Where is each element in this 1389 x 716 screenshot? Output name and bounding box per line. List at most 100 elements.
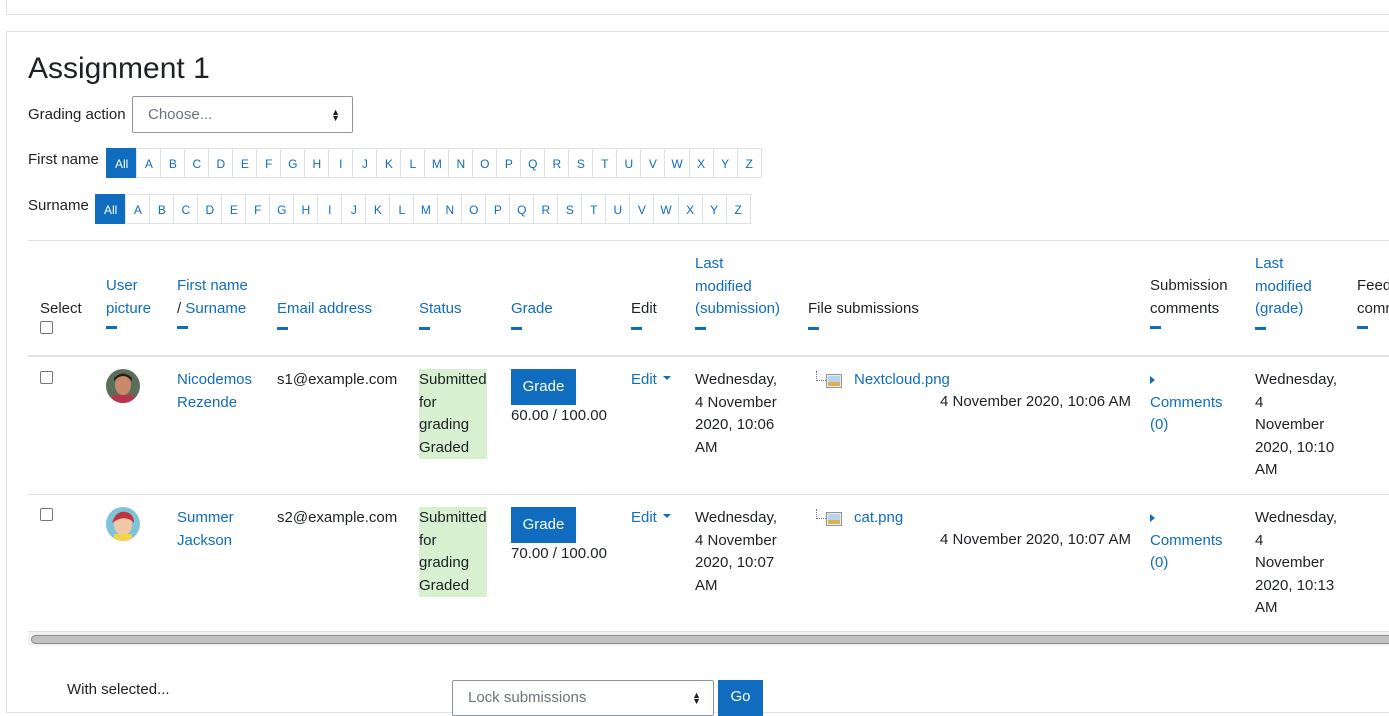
file-link[interactable]: Nextcloud.png — [854, 371, 950, 388]
edit-menu[interactable]: Edit — [631, 369, 671, 392]
scrollbar-thumb[interactable] — [31, 635, 1389, 644]
edit-menu[interactable]: Edit — [631, 507, 671, 530]
collapse-column-icon[interactable] — [631, 326, 642, 330]
collapse-column-icon[interactable] — [177, 326, 188, 329]
collapse-column-icon[interactable] — [695, 326, 706, 330]
initial-letter[interactable]: H — [304, 148, 330, 178]
comments-count[interactable]: (0) — [1150, 554, 1168, 571]
initial-letter[interactable]: K — [376, 148, 402, 178]
initial-letter[interactable]: T — [581, 194, 607, 224]
grade-sort-link[interactable]: Grade — [511, 300, 553, 317]
comments-toggle[interactable]: Comments (0) — [1150, 369, 1223, 437]
row-select-checkbox[interactable] — [40, 508, 53, 521]
avatar[interactable] — [106, 369, 140, 403]
initial-letter[interactable]: Y — [701, 194, 727, 224]
collapse-column-icon[interactable] — [277, 326, 288, 330]
initial-letter[interactable]: O — [461, 194, 487, 224]
collapse-column-icon[interactable] — [511, 326, 522, 330]
initial-all[interactable]: All — [95, 194, 127, 224]
go-button[interactable]: Go — [718, 680, 763, 716]
initial-letter[interactable]: B — [149, 194, 175, 224]
grading-action-select[interactable]: Choose... ▲ ▼ — [132, 96, 353, 133]
initial-letter[interactable]: G — [280, 148, 306, 178]
initial-letter[interactable]: N — [448, 148, 474, 178]
initial-letter[interactable]: X — [688, 148, 714, 178]
initial-letter[interactable]: P — [485, 194, 511, 224]
initial-letter[interactable]: Y — [712, 148, 738, 178]
grade-button[interactable]: Grade — [511, 507, 576, 543]
initial-letter[interactable]: B — [160, 148, 186, 178]
initial-letter[interactable]: D — [197, 194, 223, 224]
initial-letter[interactable]: A — [136, 148, 162, 178]
collapse-column-icon[interactable] — [419, 326, 430, 330]
surname-sort-link[interactable]: Surname — [185, 300, 246, 317]
collapse-column-icon[interactable] — [808, 326, 819, 330]
initial-letter[interactable]: W — [664, 148, 690, 178]
initial-letter[interactable]: X — [677, 194, 703, 224]
last-modified-grade-sort-link[interactable]: Last modified (grade) — [1255, 255, 1312, 317]
initial-letter[interactable]: S — [568, 148, 594, 178]
surname-link[interactable]: Jackson — [177, 532, 232, 549]
initial-letter[interactable]: S — [557, 194, 583, 224]
initial-letter[interactable]: U — [605, 194, 631, 224]
initial-letter[interactable]: H — [293, 194, 319, 224]
initial-letter[interactable]: M — [424, 148, 450, 178]
initial-letter[interactable]: I — [317, 194, 343, 224]
initial-letter[interactable]: G — [269, 194, 295, 224]
initial-letter[interactable]: Z — [736, 148, 762, 178]
comments-link[interactable]: Comments — [1150, 394, 1223, 411]
initial-letter[interactable]: F — [245, 194, 271, 224]
initial-letter[interactable]: R — [544, 148, 570, 178]
initial-letter[interactable]: P — [496, 148, 522, 178]
initial-letter[interactable]: V — [629, 194, 655, 224]
collapse-column-icon[interactable] — [106, 326, 117, 329]
initial-letter[interactable]: L — [400, 148, 426, 178]
file-link[interactable]: cat.png — [854, 509, 903, 526]
initial-letter[interactable]: N — [437, 194, 463, 224]
initial-all[interactable]: All — [106, 148, 138, 178]
grade-button[interactable]: Grade — [511, 369, 576, 405]
initial-letter[interactable]: Q — [509, 194, 535, 224]
comments-toggle[interactable]: Comments (0) — [1150, 507, 1223, 575]
row-select-checkbox[interactable] — [40, 371, 53, 384]
initial-letter[interactable]: C — [173, 194, 199, 224]
comments-count[interactable]: (0) — [1150, 416, 1168, 433]
initial-letter[interactable]: F — [256, 148, 282, 178]
initial-letter[interactable]: K — [365, 194, 391, 224]
initial-letter[interactable]: U — [616, 148, 642, 178]
initial-letter[interactable]: L — [389, 194, 415, 224]
horizontal-scrollbar[interactable] — [28, 631, 1389, 646]
avatar[interactable] — [106, 507, 140, 541]
initial-letter[interactable]: I — [328, 148, 354, 178]
collapse-column-icon[interactable] — [1255, 326, 1266, 330]
last-modified-submission-sort-link[interactable]: Last modified (submission) — [695, 255, 780, 317]
comments-link[interactable]: Comments — [1150, 532, 1223, 549]
initial-letter[interactable]: J — [341, 194, 367, 224]
initial-letter[interactable]: M — [413, 194, 439, 224]
initial-letter[interactable]: J — [352, 148, 378, 178]
initial-letter[interactable]: V — [640, 148, 666, 178]
initial-letter[interactable]: T — [592, 148, 618, 178]
initial-letter[interactable]: O — [472, 148, 498, 178]
initial-letter[interactable]: E — [221, 194, 247, 224]
surname-link[interactable]: Rezende — [177, 394, 237, 411]
user-picture-header[interactable]: User picture — [106, 275, 151, 329]
collapse-column-icon[interactable] — [1357, 326, 1368, 329]
status-sort-link[interactable]: Status — [419, 300, 462, 317]
initial-letter[interactable]: Z — [725, 194, 751, 224]
select-all-checkbox[interactable] — [40, 321, 53, 334]
first-name-link[interactable]: Summer — [177, 509, 234, 526]
first-name-sort-link[interactable]: First name — [177, 277, 248, 294]
user-picture-sort-link[interactable]: User picture — [106, 277, 151, 317]
initial-letter[interactable]: Q — [520, 148, 546, 178]
initial-letter[interactable]: R — [533, 194, 559, 224]
initial-letter[interactable]: C — [184, 148, 210, 178]
initial-letter[interactable]: W — [653, 194, 679, 224]
initial-letter[interactable]: A — [125, 194, 151, 224]
first-name-link[interactable]: Nicodemos — [177, 371, 252, 388]
email-sort-link[interactable]: Email address — [277, 300, 372, 317]
initial-letter[interactable]: E — [232, 148, 258, 178]
bulk-action-select[interactable]: Lock submissions ▲ ▼ — [452, 680, 714, 716]
initial-letter[interactable]: D — [208, 148, 234, 178]
collapse-column-icon[interactable] — [1150, 326, 1161, 329]
